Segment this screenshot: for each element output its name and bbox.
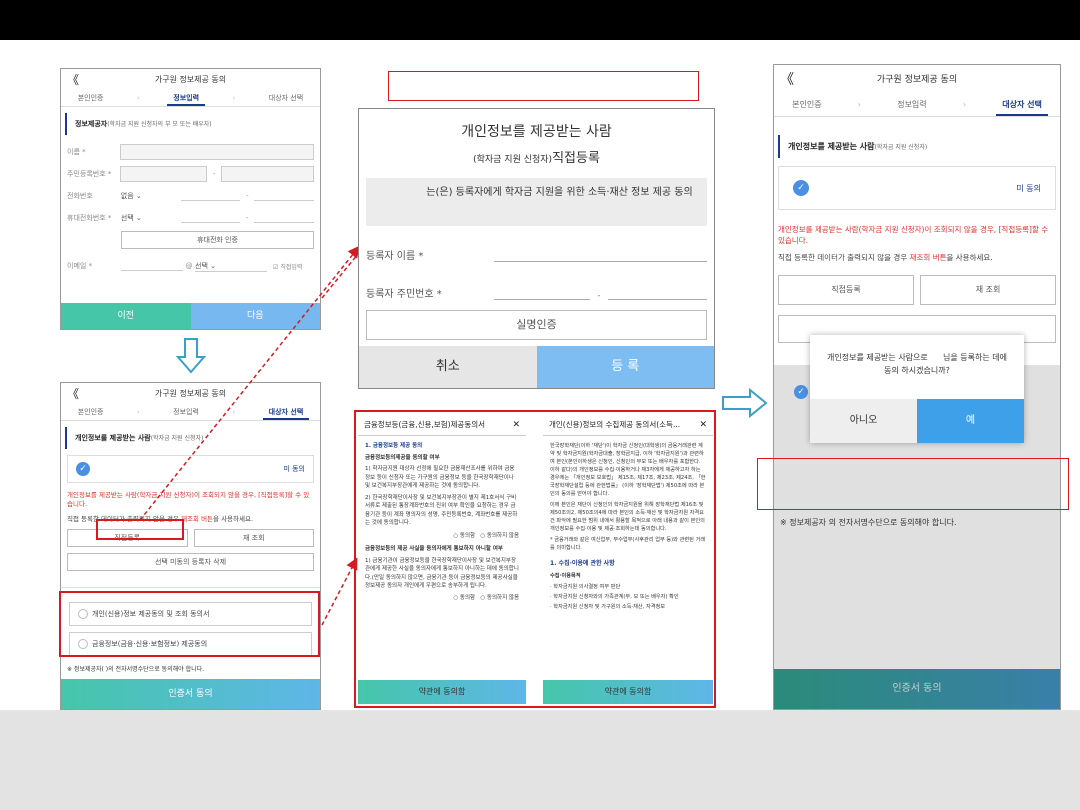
terms-heading: 1. 금융정보등 제공 동의 <box>365 443 423 449</box>
direct-register-button[interactable]: 직접등록 <box>778 275 914 305</box>
reg-name-row: 등록자 이름 * <box>366 238 707 262</box>
recipient-item[interactable]: ✓ 미 동의 <box>778 166 1056 210</box>
close-icon[interactable]: ✕ <box>512 414 520 435</box>
footnote: ※ 정보제공자 의 전자서명수단으로 동의해야 합니다. <box>780 518 957 527</box>
warning-text: 개인정보를 제공받는 사람(학자금 지원 신청자)이 조회되지 않을 경우, [… <box>778 225 1049 245</box>
step-indicator: 본인인증 › 정보입력 › 대상자 선택 <box>774 95 1060 117</box>
terms-body: 1. 금융정보등 제공 동의 금융정보등의제공을 동의할 여부 1) 학자금지원… <box>358 436 526 608</box>
message-part: 개인정보를 제공받는 사람으로 <box>827 353 928 362</box>
message-part: 님을 등록하는 데에 <box>943 353 1007 362</box>
disagree-radio[interactable]: ○ 동의하지 않음 <box>480 595 519 601</box>
disagree-label: 동의하지 않음 <box>486 532 519 539</box>
section-label: 개인정보를 제공받는 사람 <box>788 142 875 151</box>
annotation-box-top <box>388 71 699 101</box>
terms-agree-button[interactable]: 약관에 동의함 <box>358 680 526 704</box>
section-title: 개인정보를 제공받는 사람(학자금 지원 신청자) <box>778 135 1056 158</box>
requery-button[interactable]: 재 조회 <box>920 275 1056 305</box>
panel-confirm: 《 가구원 정보제공 동의 본인인증 › 정보입력 › 대상자 선택 개인정보를… <box>773 64 1061 710</box>
arrow-to-register <box>139 245 360 521</box>
reg-rrn-label: 등록자 주민번호 * <box>366 289 442 300</box>
agree-label: 동의함 <box>459 532 476 539</box>
terms-header: 금융정보등(금융,신용,보험)제공동의서 ✕ <box>358 414 526 436</box>
terms-bullet: · 학자금지원 신청자와의 가족관계(부, 모 또는 배우자) 확인 <box>550 594 679 600</box>
terms-paragraph: 1) 학자금지원 대상자 선정에 필요한 금융재산조사를 위하여 금융정보 등이… <box>365 466 515 489</box>
dialog-info: 는(은) 등록자에게 학자금 지원을 위한 소득·재산 정보 제공 동의 <box>366 178 707 226</box>
agree-radio[interactable]: ○ 동의함 <box>453 595 475 601</box>
confirm-message: 개인정보를 제공받는 사람으로 님을 등록하는 데에 동의 하시겠습니까? <box>810 335 1024 399</box>
terms-paragraph: * 금융거래와 같은 여신업무, 부수업무(사후관리 업무 등)와 관련된 거래… <box>550 537 706 551</box>
back-icon[interactable]: 《 <box>780 65 794 95</box>
terms-header: 개인(신용)정보의 수집제공 동의서(소득... ✕ <box>543 414 713 436</box>
panel-header: 《 가구원 정보제공 동의 <box>774 65 1060 95</box>
reg-rrn-front-input[interactable] <box>494 282 590 300</box>
step-target: 대상자 선택 <box>996 95 1048 116</box>
action-buttons: 직접등록 재 조회 <box>774 263 1060 305</box>
register-button[interactable]: 등 록 <box>536 346 714 388</box>
terms-bullet: · 학자금지원 신청자 및 가구원의 소득·재산, 자격정보 <box>550 604 666 610</box>
right-arrow-icon <box>722 387 768 419</box>
subtitle-small: (학자금 지원 신청자) <box>473 155 553 165</box>
terms-paragraph: 1) 금융기관이 금융정보등을 한국장학재단이사장 및 보건복지부장관에게 제공… <box>365 557 519 590</box>
terms-paragraph: 2) 한국장학재단이사장 및 보건복지부장관이 별지 제1호서식 구비서류로 제… <box>365 494 518 527</box>
terms-paragraph: 이에 본인은 재단이 신청인의 학자금지원을 위해 장학재단법 제16조 및 제… <box>550 502 705 532</box>
check-icon: ✓ <box>794 385 808 399</box>
arrow-segment <box>321 253 359 299</box>
arrow-to-terms <box>321 557 358 626</box>
yes-button[interactable]: 예 <box>917 399 1024 443</box>
reg-rrn-row: 등록자 주민번호 * - <box>366 276 707 300</box>
terms-radio-row: ○ 동의함 ○ 동의하지 않음 <box>365 532 519 541</box>
annotation-box-right <box>757 458 1069 510</box>
reg-name-label: 등록자 이름 * <box>366 251 424 262</box>
disagree-radio[interactable]: ○ 동의하지 않음 <box>480 533 519 539</box>
requery-note: 직접 등록한 데이터가 출력되지 않을 경우 재조회 버튼을 사용하세요. <box>774 252 1060 263</box>
dialog-subtitle: (학자금 지원 신청자)직접등록 <box>359 147 714 166</box>
terms-title: 금융정보등(금융,신용,보험)제공동의서 <box>364 420 486 429</box>
agree-label: 동의함 <box>459 594 476 601</box>
note-text-end: 을 사용하세요. <box>946 253 993 262</box>
terms-paragraph: 한국장학재단(이하 '재단')이 학자금 신청인(대학생)의 금융거래관련 계약… <box>550 443 706 497</box>
reg-name-input[interactable] <box>494 244 707 262</box>
subtitle-big: 직접등록 <box>552 151 600 166</box>
agree-radio[interactable]: ○ 동의함 <box>453 533 475 539</box>
terms-subheading: 금융정보등의제공을 동의할 여부 <box>365 454 440 461</box>
terms-finance-panel: 금융정보등(금융,신용,보험)제공동의서 ✕ 1. 금융정보등 제공 동의 금융정… <box>358 414 526 704</box>
cancel-button[interactable]: 취소 <box>359 346 537 388</box>
disagree-status: 미 동의 <box>1016 183 1041 193</box>
step-auth: 본인인증 <box>792 100 822 109</box>
direct-register-dialog: 개인정보를 제공받는 사람 (학자금 지원 신청자)직접등록 는(은) 등록자에… <box>358 108 715 389</box>
message-part: 동의 하시겠습니까? <box>884 366 950 375</box>
terms-radio-row: ○ 동의함 ○ 동의하지 않음 <box>365 594 519 603</box>
terms-bullet: · 학자금지원 의사결정 여부 판단 <box>550 584 621 590</box>
section-note: (학자금 지원 신청자) <box>874 144 928 151</box>
confirm-buttons: 아니오 예 <box>810 399 1024 443</box>
step-separator-icon: › <box>962 100 967 109</box>
dialog-title: 개인정보를 제공받는 사람 <box>461 124 612 140</box>
terms-body: 한국장학재단(이하 '재단')이 학자금 신청인(대학생)의 금융거래관련 계약… <box>543 436 713 617</box>
reg-rrn-back-input[interactable] <box>608 282 707 300</box>
terms-subheading: 수집·이용목적 <box>550 573 581 579</box>
terms-subheading: 금융정보등의 제공 사실을 동의자에게 통보하지 아니할 여부 <box>365 546 503 552</box>
terms-credit-panel: 개인(신용)정보의 수집제공 동의서(소득... ✕ 한국장학재단(이하 '재단'… <box>543 414 713 704</box>
no-button[interactable]: 아니오 <box>810 399 917 443</box>
confirm-dialog: 개인정보를 제공받는 사람으로 님을 등록하는 데에 동의 하시겠습니까? 아니… <box>810 335 1024 443</box>
note-text: 직접 등록한 데이터가 출력되지 않을 경우 <box>778 253 910 262</box>
close-icon[interactable]: ✕ <box>699 414 707 435</box>
terms-heading: 1. 수집·이용에 관한 사항 <box>550 560 615 567</box>
check-icon[interactable]: ✓ <box>793 180 809 196</box>
cert-consent-button[interactable]: 인증서 동의 <box>774 669 1060 709</box>
reg-rrn-dash: - <box>597 291 601 300</box>
step-separator-icon: › <box>857 100 861 109</box>
step-info: 정보입력 <box>897 100 927 109</box>
disagree-label: 동의하지 않음 <box>486 594 519 601</box>
dialog-buttons: 취소 등 록 <box>359 346 714 388</box>
terms-agree-button[interactable]: 약관에 동의함 <box>543 680 713 704</box>
page-title: 가구원 정보제공 동의 <box>876 75 958 85</box>
terms-title: 개인(신용)정보의 수집제공 동의서(소득... <box>549 420 681 429</box>
note-highlight: 재조회 버튼 <box>909 253 947 262</box>
name-verify-button[interactable]: 실명인증 <box>366 310 707 340</box>
